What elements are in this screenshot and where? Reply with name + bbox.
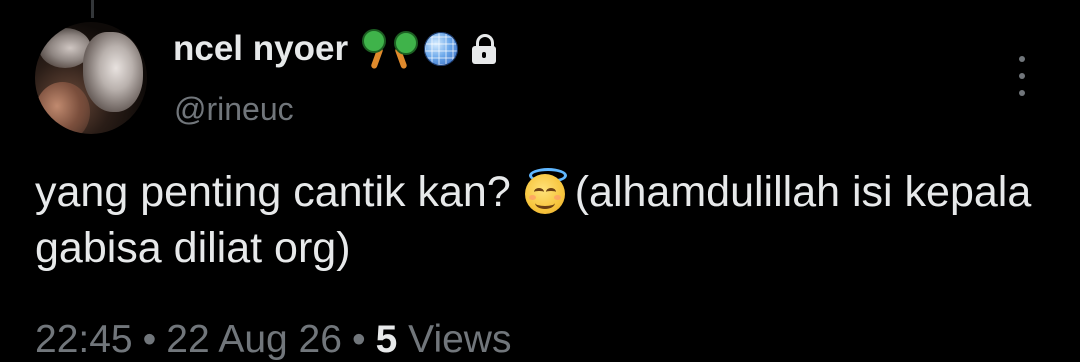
avatar-highlight xyxy=(83,32,143,112)
views-label: Views xyxy=(408,318,512,361)
tweet-text-part: yang penting cantik kan? xyxy=(35,168,511,216)
thread-connector-line xyxy=(91,0,94,18)
tweet-meta: 22:45 • 22 Aug 26 • 5 Views xyxy=(35,318,511,362)
display-name[interactable]: ncel nyoer xyxy=(173,29,348,69)
avatar[interactable] xyxy=(35,22,147,134)
maraca-head xyxy=(362,29,387,53)
avatar-face xyxy=(35,82,90,134)
maraca-head xyxy=(394,31,419,55)
tweet-date[interactable]: 22 Aug 26 xyxy=(166,318,342,361)
more-options-button[interactable] xyxy=(1012,56,1032,96)
disco-ball-icon xyxy=(424,32,459,66)
maracas-icon xyxy=(360,27,422,71)
tweet-text: yang penting cantik kan? (alhamdulillah i… xyxy=(35,164,1065,276)
views-count[interactable]: 5 xyxy=(376,318,398,361)
meta-separator: • xyxy=(351,318,366,361)
tweet-time[interactable]: 22:45 xyxy=(35,318,133,361)
lock-icon xyxy=(472,34,497,64)
more-dot-icon xyxy=(1019,56,1025,62)
name-emoji-group xyxy=(360,27,459,71)
meta-separator: • xyxy=(142,318,157,361)
smiling-face-with-halo-icon xyxy=(523,168,567,214)
more-dot-icon xyxy=(1019,73,1025,79)
more-dot-icon xyxy=(1019,90,1025,96)
author-name-row: ncel nyoer xyxy=(173,27,497,71)
author-handle[interactable]: @rineuc xyxy=(174,91,294,128)
